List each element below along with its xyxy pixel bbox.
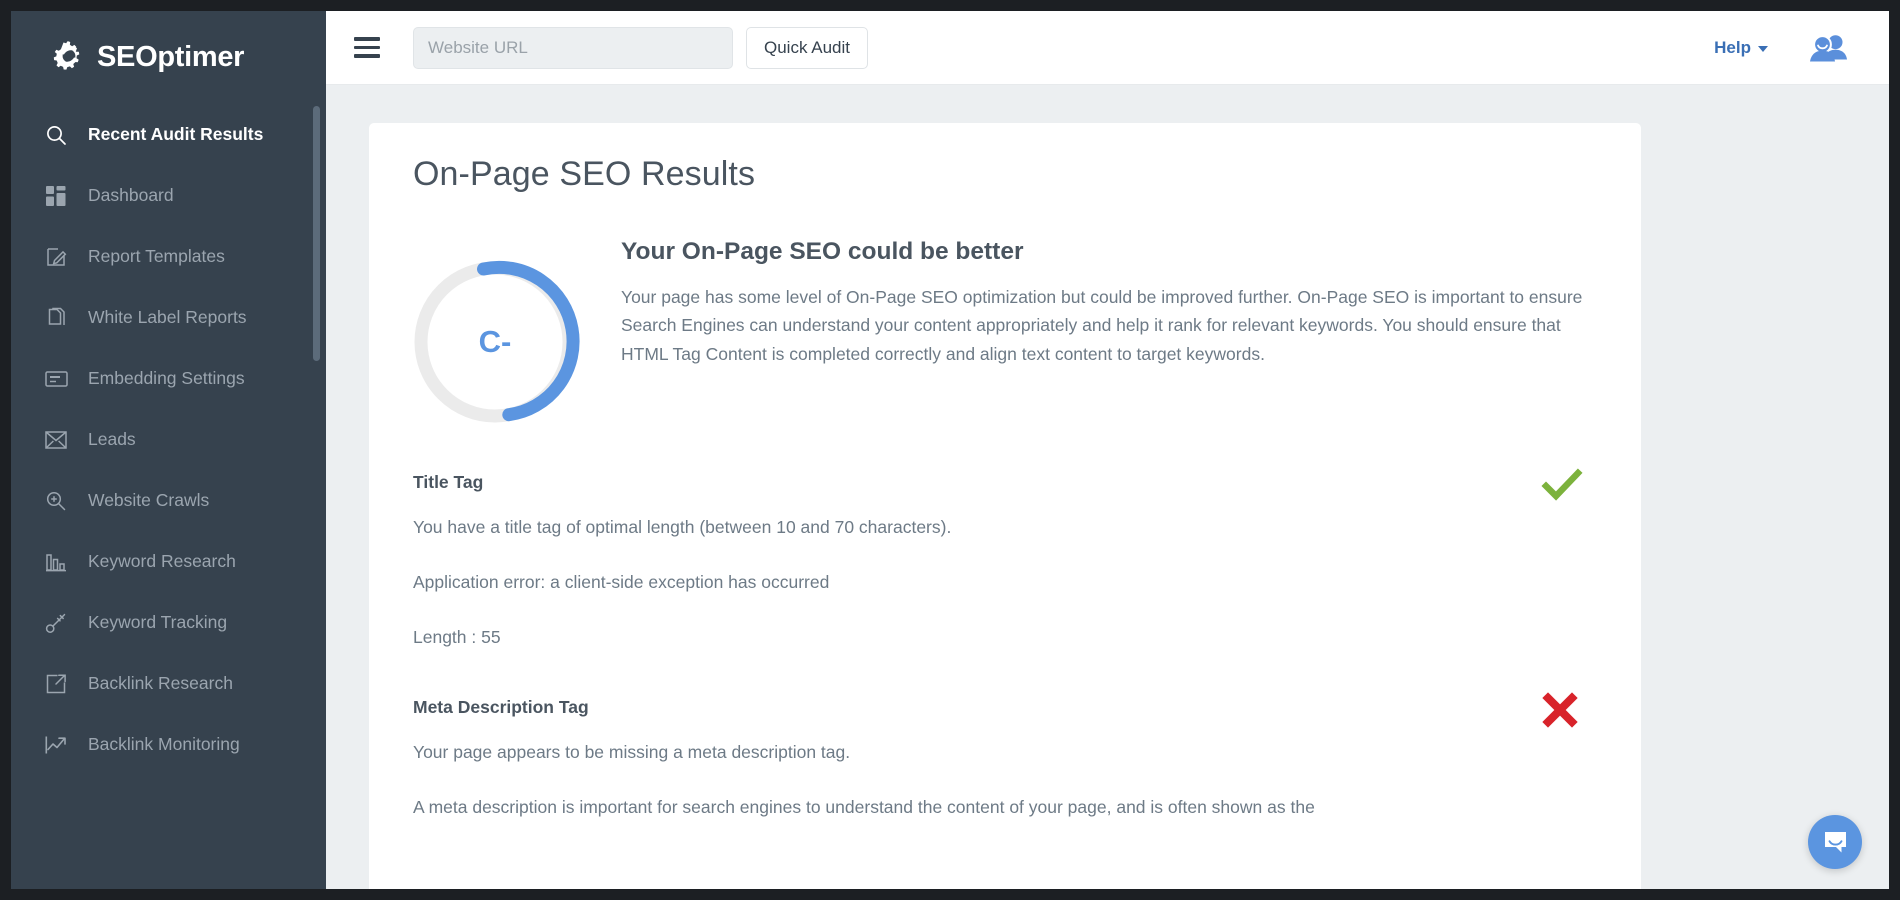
sidebar-item-label: Recent Audit Results	[88, 124, 263, 145]
score-gauge-wrapper: C-	[369, 238, 621, 428]
summary-heading: Your On-Page SEO could be better	[621, 238, 1585, 266]
hamburger-bar	[354, 46, 380, 50]
sidebar-item-white-label-reports[interactable]: White Label Reports	[11, 287, 326, 348]
envelope-icon	[41, 427, 71, 453]
sidebar-item-label: Backlink Research	[88, 673, 233, 694]
summary-body: Your page has some level of On-Page SEO …	[621, 283, 1585, 368]
search-icon	[41, 122, 71, 148]
score-grade: C-	[409, 256, 581, 428]
sidebar-item-embedding-settings[interactable]: Embedding Settings	[11, 348, 326, 409]
check-section-meta-description-tag: Meta Description Tag Your page appears t…	[369, 697, 1641, 821]
sidebar-scrollbar[interactable]	[313, 11, 320, 889]
topbar-right-actions: Help	[1714, 34, 1889, 62]
users-avatar-icon[interactable]	[1810, 34, 1848, 62]
sidebar-item-label: Embedding Settings	[88, 368, 245, 389]
search-plus-icon	[41, 488, 71, 514]
check-line: A meta description is important for sear…	[413, 793, 1503, 821]
app-logo-text: SEOptimer	[97, 41, 244, 74]
score-gauge: C-	[409, 256, 581, 428]
sidebar-item-label: Leads	[88, 429, 136, 450]
check-title: Title Tag	[413, 472, 1641, 493]
sidebar-item-label: Keyword Tracking	[88, 612, 227, 633]
red-cross-icon	[1539, 689, 1585, 735]
check-line: You have a title tag of optimal length (…	[413, 513, 1503, 541]
sidebar-item-label: Website Crawls	[88, 490, 209, 511]
on-page-seo-results-card: On-Page SEO Results C- Your On-Page SEO …	[369, 123, 1641, 889]
check-title: Meta Description Tag	[413, 697, 1641, 718]
sidebar-item-backlink-research[interactable]: Backlink Research	[11, 653, 326, 714]
seoptimer-gear-logo-icon	[47, 36, 91, 80]
score-summary-text: Your On-Page SEO could be better Your pa…	[621, 238, 1641, 368]
help-label: Help	[1714, 38, 1751, 58]
score-summary: C- Your On-Page SEO could be better Your…	[369, 194, 1641, 428]
copy-pages-icon	[41, 305, 71, 331]
sidebar-item-label: White Label Reports	[88, 307, 247, 328]
edit-document-icon	[41, 244, 71, 270]
sidebar-item-website-crawls[interactable]: Website Crawls	[11, 470, 326, 531]
sidebar-item-keyword-tracking[interactable]: Keyword Tracking	[11, 592, 326, 653]
sidebar-item-backlink-monitoring[interactable]: Backlink Monitoring	[11, 714, 326, 775]
chat-bubble-glyph	[1822, 829, 1849, 856]
app-window: SEOptimer Recent Audit Results Dashboard	[11, 11, 1889, 889]
sidebar-item-label: Keyword Research	[88, 551, 236, 572]
sidebar-item-report-templates[interactable]: Report Templates	[11, 226, 326, 287]
content-area: On-Page SEO Results C- Your On-Page SEO …	[326, 85, 1889, 889]
chevron-down-icon	[1758, 46, 1768, 52]
sidebar-item-keyword-research[interactable]: Keyword Research	[11, 531, 326, 592]
sidebar: SEOptimer Recent Audit Results Dashboard	[11, 11, 326, 889]
hamburger-icon[interactable]	[349, 30, 385, 66]
check-section-title-tag: Title Tag You have a title tag of optima…	[369, 472, 1641, 651]
sidebar-item-dashboard[interactable]: Dashboard	[11, 165, 326, 226]
sidebar-item-recent-audit-results[interactable]: Recent Audit Results	[11, 104, 326, 165]
quick-audit-button[interactable]: Quick Audit	[746, 27, 868, 69]
embed-card-icon	[41, 366, 71, 392]
dashboard-icon	[41, 183, 71, 209]
sidebar-scrollbar-thumb[interactable]	[313, 106, 320, 361]
green-check-icon	[1539, 464, 1585, 510]
check-line: Application error: a client-side excepti…	[413, 568, 1503, 596]
help-menu[interactable]: Help	[1714, 38, 1768, 58]
hamburger-bar	[354, 37, 380, 41]
top-bar: Quick Audit Help	[326, 11, 1889, 85]
line-chart-icon	[41, 732, 71, 758]
website-url-input[interactable]	[413, 27, 733, 69]
sidebar-item-leads[interactable]: Leads	[11, 409, 326, 470]
check-line: Your page appears to be missing a meta d…	[413, 738, 1503, 766]
app-logo[interactable]: SEOptimer	[11, 11, 326, 104]
hamburger-bar	[354, 54, 380, 58]
sidebar-item-label: Backlink Monitoring	[88, 734, 240, 755]
key-icon	[41, 610, 71, 636]
page-title: On-Page SEO Results	[369, 123, 1641, 194]
sidebar-item-label: Report Templates	[88, 246, 225, 267]
sidebar-item-label: Dashboard	[88, 185, 174, 206]
chat-bubble-icon[interactable]	[1808, 815, 1862, 869]
external-link-icon	[41, 671, 71, 697]
check-line: Length : 55	[413, 623, 1503, 651]
bar-chart-icon	[41, 549, 71, 575]
